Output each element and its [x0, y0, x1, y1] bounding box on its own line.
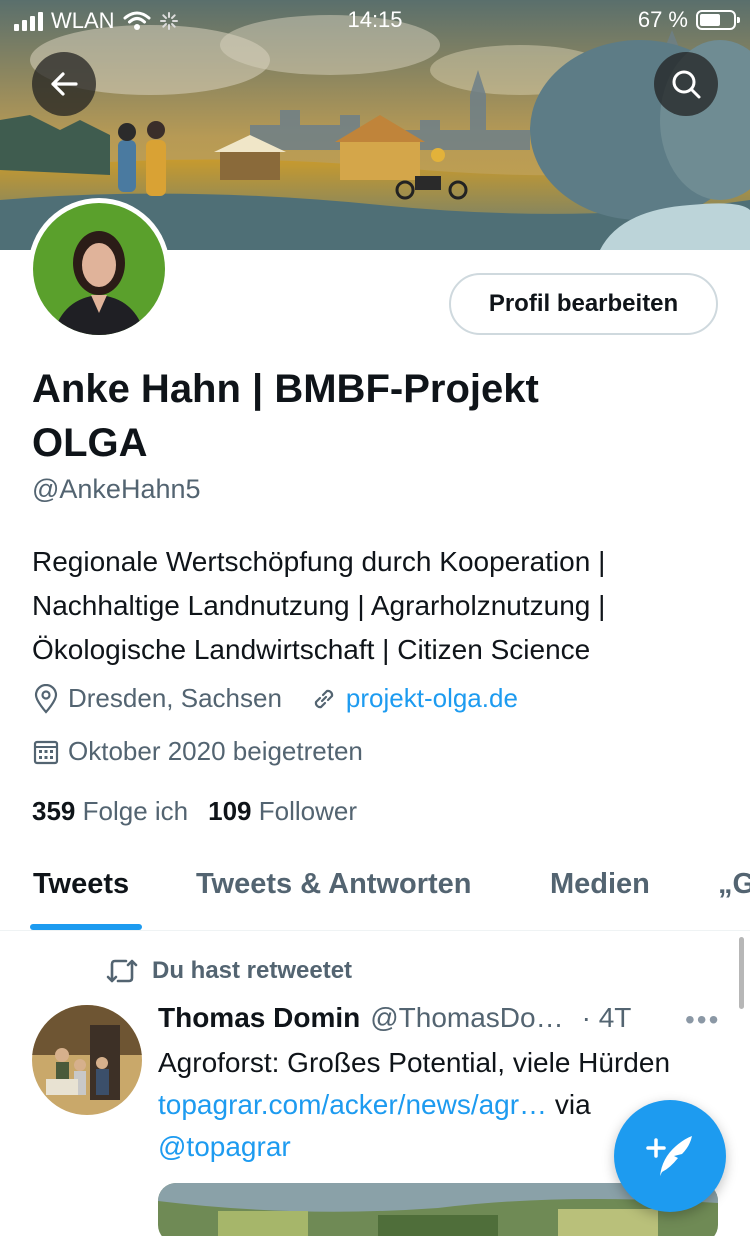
retweet-context: Du hast retweetet — [104, 957, 352, 985]
tweet-author-handle[interactable]: @ThomasDo… — [370, 1002, 563, 1034]
compose-icon — [646, 1136, 692, 1176]
profile-handle: @AnkeHahn5 — [32, 474, 201, 504]
tweet-link[interactable]: topagrar.com/acker/news/agr… — [158, 1089, 547, 1120]
profile-joined-date: Oktober 2020 beigetreten — [68, 736, 363, 766]
profile-joined-row: Oktober 2020 beigetreten — [32, 736, 363, 767]
avatar-photo — [33, 203, 165, 335]
following-count: 359 — [32, 796, 76, 826]
link-icon — [310, 685, 338, 713]
following-stat[interactable]: 359 Folge ich — [32, 796, 188, 827]
tab-media[interactable]: Medien — [550, 868, 650, 901]
back-arrow-icon — [51, 72, 78, 96]
battery-icon — [696, 10, 740, 30]
active-tab-indicator — [30, 924, 142, 930]
status-bar: WLAN 14:15 67 % — [0, 0, 750, 44]
edit-profile-button[interactable]: Profil bearbeiten — [449, 273, 718, 335]
bio-line: Nachhaltige Landnutzung | Agrarholznutzu… — [32, 590, 606, 621]
tweet-timestamp[interactable]: · 4T — [582, 1002, 632, 1034]
followers-label: Follower — [258, 796, 357, 826]
follow-stats: 359 Folge ich 109 Follower — [32, 796, 357, 827]
calendar-icon — [32, 738, 60, 766]
profile-tabs: Tweets Tweets & Antworten Medien „G — [0, 860, 750, 931]
bio-line: Ökologische Landwirtschaft | Citizen Sci… — [32, 634, 591, 665]
profile-website-link[interactable]: projekt-olga.de — [346, 683, 518, 714]
profile-location: Dresden, Sachsen — [68, 683, 282, 713]
tab-tweets-replies[interactable]: Tweets & Antworten — [196, 868, 472, 901]
bio-line: Regionale Wertschöpfung durch Kooperatio… — [32, 546, 606, 577]
location-pin-icon — [32, 683, 60, 714]
followers-count: 109 — [208, 796, 252, 826]
tweet-author-name[interactable]: Thomas Domin — [158, 1002, 360, 1034]
followers-stat[interactable]: 109 Follower — [208, 796, 357, 827]
scrollbar[interactable] — [739, 937, 744, 1009]
battery-group: 67 % — [637, 7, 740, 33]
battery-percent: 67 % — [637, 7, 688, 32]
following-label: Folge ich — [82, 796, 189, 826]
tweet-header: Thomas Domin @ThomasDo… · 4T — [158, 1002, 631, 1034]
profile-name: Anke Hahn | BMBF-Projekt OLGA — [32, 367, 539, 465]
retweet-label: Du hast retweetet — [152, 957, 353, 984]
back-button[interactable] — [32, 52, 96, 116]
tweet-body-via: via — [554, 1089, 591, 1120]
tab-tweets[interactable]: Tweets — [33, 868, 129, 901]
retweet-icon — [106, 959, 138, 983]
tweet-body: Agroforst: Großes Potential, viele Hürde… — [158, 1047, 671, 1078]
more-icon[interactable]: ••• — [685, 1004, 720, 1036]
profile-bio: Regionale Wertschöpfung durch Kooperatio… — [32, 540, 732, 672]
search-button[interactable] — [654, 52, 718, 116]
compose-tweet-button[interactable] — [614, 1100, 726, 1212]
tweet-mention[interactable]: @topagrar — [158, 1131, 291, 1162]
profile-meta-row: Dresden, Sachsen projekt-olga.de — [32, 683, 518, 714]
tweet-author-avatar[interactable] — [32, 1005, 142, 1115]
profile-avatar[interactable] — [28, 198, 170, 340]
search-icon — [672, 70, 701, 99]
tab-likes[interactable]: „G — [718, 868, 750, 901]
